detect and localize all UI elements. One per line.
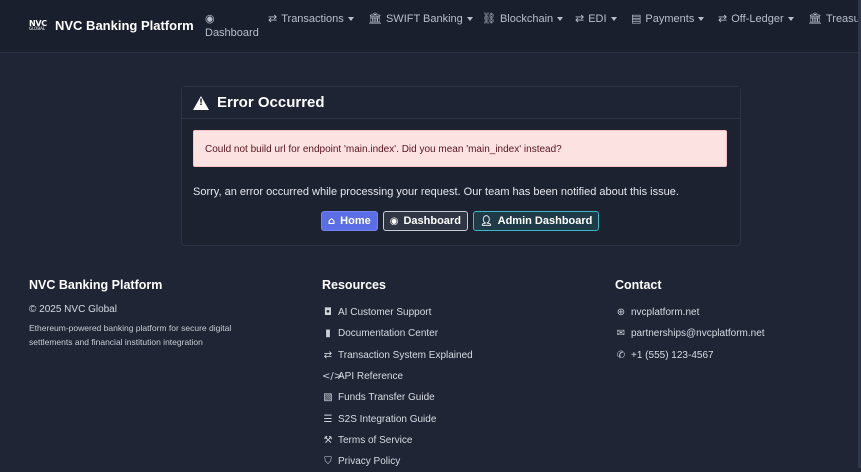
user-gear-icon: 👤︎: [479, 215, 493, 227]
chevron-down-icon: [698, 16, 705, 21]
footer-description: Ethereum-powered banking platform for se…: [29, 323, 232, 347]
dashboard-icon: ◉: [205, 12, 215, 25]
chevron-down-icon: [347, 16, 354, 21]
contact-email[interactable]: ✉ partnerships@nvcplatform.net: [615, 323, 765, 344]
bank-icon: 🏛︎: [368, 12, 382, 25]
footer-about: NVC Banking Platform © 2025 NVC Global E…: [29, 278, 269, 349]
link-icon: ⛓︎: [482, 12, 496, 25]
shield-icon: ⛉: [324, 456, 332, 468]
error-card: Error Occurred Could not build url for e…: [181, 86, 741, 246]
server-icon: ☰: [323, 413, 333, 425]
chevron-down-icon: [466, 16, 473, 21]
footer-link-s2s-integration[interactable]: ☰ S2S Integration Guide: [322, 408, 473, 429]
nav-label: Treasury: [825, 12, 861, 25]
error-title: Error Occurred: [217, 94, 325, 111]
code-icon: </>: [322, 371, 343, 383]
bank-icon: 🏛︎: [808, 12, 822, 25]
admin-dashboard-button[interactable]: 👤︎ Admin Dashboard: [472, 211, 600, 231]
chevron-down-icon: [787, 16, 794, 21]
nav-label: Off-Ledger: [731, 12, 784, 25]
contact-website[interactable]: ⊕ nvcplatform.net: [615, 302, 765, 323]
gavel-icon: ⚒: [323, 434, 333, 446]
footer-brand-title: NVC Banking Platform: [29, 278, 163, 292]
nav-dashboard[interactable]: ◉ Dashboard: [205, 12, 259, 39]
book-icon: ▮: [325, 328, 331, 340]
robot-icon: ◘: [324, 307, 332, 319]
top-navbar: NVC GLOBAL NVC Banking Platform ◉ Dashboa…: [0, 0, 861, 53]
error-alert: Could not build url for endpoint 'main.i…: [193, 130, 727, 167]
nav-label: Blockchain: [499, 12, 554, 25]
dashboard-button[interactable]: ◉ Dashboard: [382, 211, 468, 231]
exchange-icon: ⇄: [268, 12, 278, 25]
dashboard-button-label: Dashboard: [403, 215, 461, 227]
admin-dashboard-button-label: Admin Dashboard: [497, 215, 593, 227]
home-button-label: Home: [340, 215, 371, 227]
contact-phone[interactable]: ✆ +1 (555) 123-4567: [615, 345, 765, 366]
home-button[interactable]: ⌂ Home: [321, 211, 378, 231]
nav-dashboard-label: Dashboard: [205, 27, 259, 39]
footer-link-terms[interactable]: ⚒ Terms of Service: [322, 430, 473, 451]
money-icon: ▤: [631, 12, 642, 25]
brand-name: NVC Banking Platform: [55, 18, 194, 33]
nav-label: Payments: [645, 12, 695, 25]
nav-edi[interactable]: ⇄ EDI: [575, 12, 617, 25]
footer-link-privacy[interactable]: ⛉ Privacy Policy: [322, 451, 473, 472]
file-pdf-icon: ▧: [323, 392, 333, 404]
home-icon: ⌂: [328, 215, 336, 227]
phone-icon: ✆: [616, 349, 626, 361]
nav-label: EDI: [588, 12, 607, 25]
exchange-icon: ⇄: [323, 349, 333, 361]
exchange-icon: ⇄: [718, 12, 728, 25]
warning-icon: [193, 95, 209, 110]
footer-contact: Contact ⊕ nvcplatform.net ✉ partnerships@n…: [615, 278, 765, 366]
footer-link-api-reference[interactable]: </> API Reference: [322, 366, 473, 387]
brand-logo: NVC GLOBAL: [29, 19, 47, 31]
nav-treasury[interactable]: 🏛︎ Treasury: [808, 12, 861, 25]
error-actions: ⌂ Home ◉ Dashboard 👤︎ Admin Dashboard: [321, 211, 604, 231]
nav-transactions[interactable]: ⇄ Transactions: [268, 12, 354, 25]
footer-copyright: © 2025 NVC Global: [29, 304, 117, 315]
footer-resources-title: Resources: [322, 278, 386, 292]
nav-label: Transactions: [281, 12, 344, 25]
footer-contact-title: Contact: [615, 278, 662, 292]
dashboard-icon: ◉: [389, 215, 399, 227]
chevron-down-icon: [557, 16, 564, 21]
exchange-icon: ⇄: [575, 12, 585, 25]
nav-off-ledger[interactable]: ⇄ Off-Ledger: [718, 12, 794, 25]
error-card-header: Error Occurred: [182, 87, 740, 119]
footer-link-transaction-system[interactable]: ⇄ Transaction System Explained: [322, 345, 473, 366]
nav-label: SWIFT Banking: [385, 12, 463, 25]
brand[interactable]: NVC GLOBAL NVC Banking Platform: [29, 18, 194, 33]
envelope-icon: ✉: [616, 328, 626, 340]
error-message: Sorry, an error occurred while processin…: [193, 186, 679, 198]
chevron-down-icon: [610, 16, 617, 21]
nav-blockchain[interactable]: ⛓︎ Blockchain: [482, 12, 564, 25]
nav-payments[interactable]: ▤ Payments: [631, 12, 705, 25]
footer-resources: Resources ◘ AI Customer Support ▮ Document…: [322, 278, 473, 472]
nav-swift-banking[interactable]: 🏛︎ SWIFT Banking: [368, 12, 473, 25]
footer-link-ai-support[interactable]: ◘ AI Customer Support: [322, 302, 473, 323]
footer-link-documentation[interactable]: ▮ Documentation Center: [322, 323, 473, 344]
footer-link-funds-transfer[interactable]: ▧ Funds Transfer Guide: [322, 387, 473, 408]
globe-icon: ⊕: [616, 307, 626, 319]
